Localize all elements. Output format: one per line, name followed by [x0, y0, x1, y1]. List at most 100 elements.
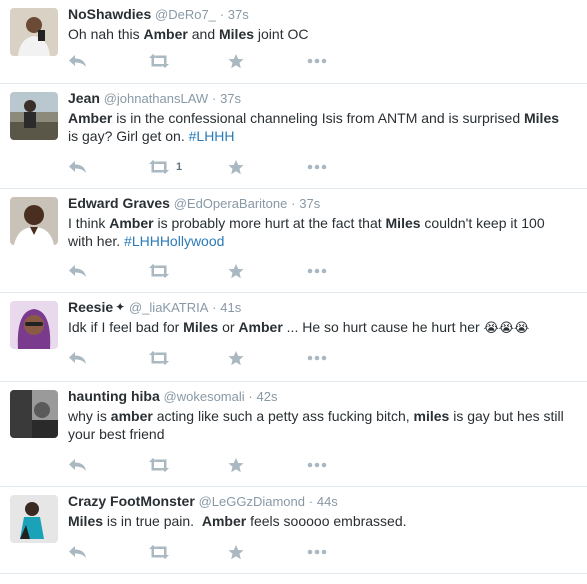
highlighted-keyword: Amber — [201, 513, 247, 529]
tweet-text-segment: and — [187, 26, 219, 42]
user-fullname[interactable]: Edward Graves — [68, 195, 170, 211]
more-dots-icon — [307, 164, 327, 170]
tweet-text-segment: ... He so hurt cause he hurt her — [282, 319, 484, 335]
tweet[interactable]: haunting hiba @wokesomali · 42s why is a… — [0, 382, 587, 487]
separator-dot: · — [308, 494, 314, 509]
user-handle[interactable]: @johnathansLAW — [104, 91, 209, 106]
tweet-timestamp[interactable]: 37s — [299, 196, 320, 211]
highlighted-keyword: Miles — [219, 26, 255, 42]
favorite-button[interactable] — [228, 262, 244, 280]
more-button[interactable] — [307, 349, 327, 367]
user-fullname[interactable]: NoShawdies — [68, 6, 151, 22]
tweet-text: why is amber acting like such a petty as… — [68, 407, 575, 443]
tweet-timestamp[interactable]: 42s — [257, 389, 278, 404]
reply-button[interactable] — [68, 456, 87, 474]
user-fullname[interactable]: Jean — [68, 90, 100, 106]
star-icon — [228, 263, 244, 279]
user-handle[interactable]: @LeGGzDiamond — [199, 494, 305, 509]
user-fullname[interactable]: haunting hiba — [68, 388, 160, 404]
tweet-header: NoShawdies @DeRo7_ · 37s — [68, 5, 575, 24]
favorite-button[interactable] — [228, 543, 244, 561]
tweet[interactable]: Edward Graves @EdOperaBaritone · 37s I t… — [0, 189, 587, 293]
user-handle[interactable]: @wokesomali — [164, 389, 245, 404]
highlighted-keyword: Amber — [68, 110, 113, 126]
reply-icon — [68, 54, 87, 68]
tweet[interactable]: NoShawdies @DeRo7_ · 37s Oh nah this Amb… — [0, 0, 587, 84]
tweet-actions — [68, 262, 348, 280]
tweet-text: Amber is in the confessional channeling … — [68, 109, 575, 145]
avatar[interactable] — [10, 390, 58, 438]
retweet-button[interactable] — [149, 52, 176, 70]
avatar[interactable] — [10, 92, 58, 140]
hashtag-link[interactable]: #LHHH — [189, 128, 235, 144]
tweet-text-segment: Oh nah this — [68, 26, 144, 42]
user-handle[interactable]: @EdOperaBaritone — [174, 196, 288, 211]
more-button[interactable] — [307, 456, 327, 474]
user-handle[interactable]: @_liaKATRIA — [129, 300, 208, 315]
more-dots-icon — [307, 58, 327, 64]
avatar[interactable] — [10, 8, 58, 56]
crying-emoji: 😭😭😭 — [483, 320, 530, 335]
tweet-header: Crazy FootMonster @LeGGzDiamond · 44s — [68, 492, 575, 511]
tweet[interactable]: Jean @johnathansLAW · 37s Amber is in th… — [0, 84, 587, 189]
avatar[interactable] — [10, 301, 58, 349]
retweet-button[interactable]: 1 — [149, 158, 182, 176]
reply-icon — [68, 264, 87, 278]
tweet-timestamp[interactable]: 44s — [317, 494, 338, 509]
user-handle[interactable]: @DeRo7_ — [155, 7, 216, 22]
tweet[interactable]: Crazy FootMonster @LeGGzDiamond · 44s Mi… — [0, 487, 587, 574]
tweet-timestamp[interactable]: 37s — [228, 7, 249, 22]
tweet-text: Oh nah this Amber and Miles joint OC — [68, 25, 575, 43]
more-button[interactable] — [307, 52, 327, 70]
highlighted-keyword: Amber — [143, 26, 188, 42]
tweet-actions: 1 — [68, 158, 348, 176]
reply-button[interactable] — [68, 52, 87, 70]
more-button[interactable] — [307, 158, 327, 176]
favorite-button[interactable] — [228, 456, 244, 474]
retweet-button[interactable] — [149, 349, 176, 367]
reply-icon — [68, 545, 87, 559]
avatar[interactable] — [10, 495, 58, 543]
highlighted-keyword: amber — [110, 408, 153, 424]
tweet-text-segment: is in the confessional channeling Isis f… — [112, 110, 524, 126]
user-fullname[interactable]: Crazy FootMonster — [68, 493, 195, 509]
hashtag-link[interactable]: #LHHHollywood — [124, 233, 224, 249]
tweet-actions — [68, 543, 348, 561]
reply-button[interactable] — [68, 543, 87, 561]
tweet-timestamp[interactable]: 41s — [220, 300, 241, 315]
tweet-header: haunting hiba @wokesomali · 42s — [68, 387, 575, 406]
reply-button[interactable] — [68, 158, 87, 176]
tweet-text-segment: why is — [68, 408, 111, 424]
retweet-button[interactable] — [149, 456, 176, 474]
tweet-header: Reesie ✦ @_liaKATRIA · 41s — [68, 298, 575, 317]
retweet-button[interactable] — [149, 262, 176, 280]
favorite-button[interactable] — [228, 158, 244, 176]
tweet-text-segment: acting like such a petty ass fucking bit… — [152, 408, 414, 424]
favorite-button[interactable] — [228, 52, 244, 70]
star-icon — [228, 544, 244, 560]
tweet-timestamp[interactable]: 37s — [220, 91, 241, 106]
star-icon — [228, 457, 244, 473]
retweet-icon — [149, 545, 169, 559]
reply-icon — [68, 351, 87, 365]
more-button[interactable] — [307, 262, 327, 280]
separator-dot: · — [211, 91, 217, 106]
tweet-header: Jean @johnathansLAW · 37s — [68, 89, 575, 108]
user-fullname[interactable]: Reesie — [68, 299, 113, 315]
reply-button[interactable] — [68, 349, 87, 367]
retweet-button[interactable] — [149, 543, 176, 561]
retweet-icon — [149, 264, 169, 278]
more-button[interactable] — [307, 543, 327, 561]
separator-dot: · — [212, 300, 217, 315]
more-dots-icon — [307, 462, 327, 468]
tweet[interactable]: Reesie ✦ @_liaKATRIA · 41s Idk if I feel … — [0, 293, 587, 382]
favorite-button[interactable] — [228, 349, 244, 367]
tweet-text: I think Amber is probably more hurt at t… — [68, 214, 575, 250]
tweet-text-segment: joint OC — [254, 26, 309, 42]
retweet-icon — [149, 458, 169, 472]
tweet-text: Idk if I feel bad for Miles or Amber ...… — [68, 318, 575, 337]
avatar[interactable] — [10, 197, 58, 245]
more-dots-icon — [307, 268, 327, 274]
reply-button[interactable] — [68, 262, 87, 280]
tweet-text-segment: is gay? Girl get on. — [68, 128, 185, 144]
